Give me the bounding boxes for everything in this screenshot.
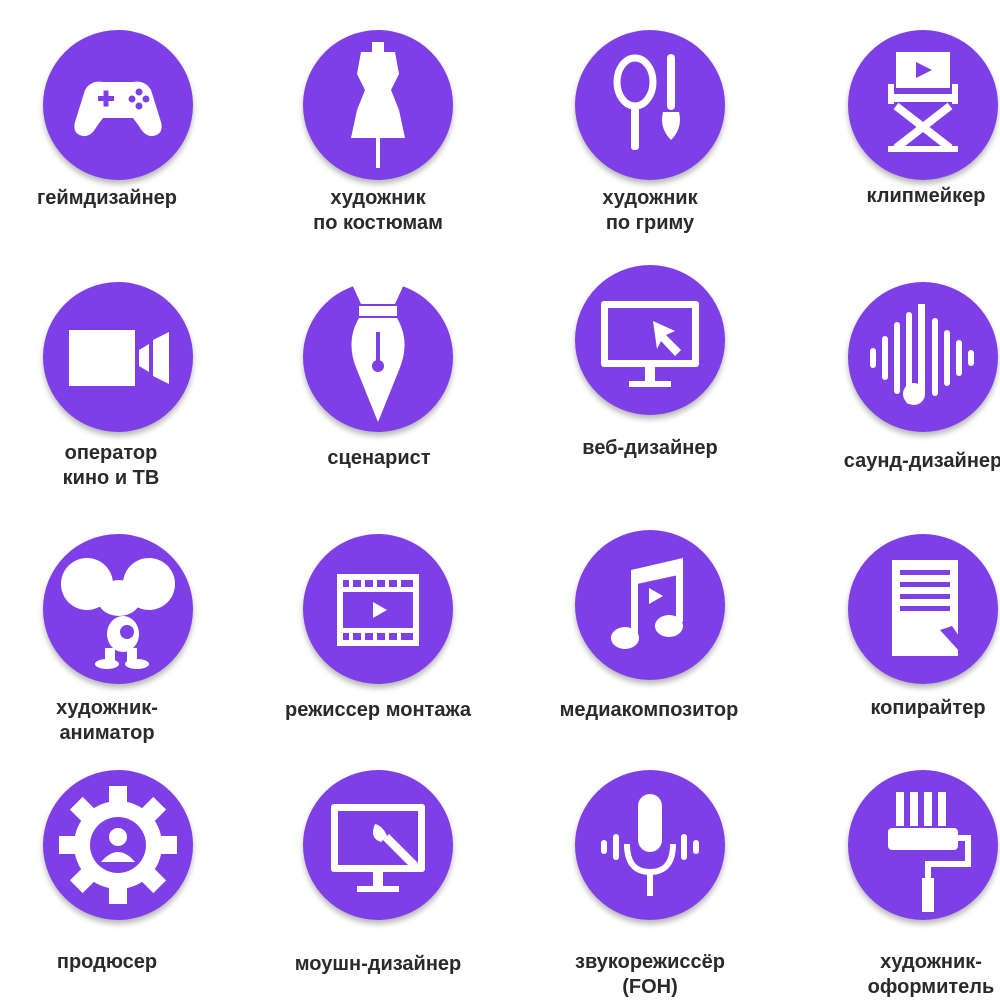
profession-label: клипмейкер <box>806 184 1000 209</box>
profession-circle <box>575 265 725 415</box>
film-strip-icon <box>337 574 419 646</box>
monitor-brush-icon <box>331 804 425 892</box>
profession-label: художник- аниматор <box>0 696 227 746</box>
label-line: звукорежиссёр <box>575 951 725 973</box>
label-line: продюсер <box>56 951 158 973</box>
label-line: художник- <box>56 697 158 719</box>
label-line: художник <box>602 187 698 209</box>
label-line: по костюмам <box>313 212 443 234</box>
profession-circle <box>43 30 193 180</box>
profession-circle <box>303 30 453 180</box>
profession-label: веб-дизайнер <box>530 436 770 461</box>
monitor-cursor-icon <box>601 301 699 387</box>
label-line: веб-дизайнер <box>582 437 718 459</box>
profession-label: звукорежиссёр (FOH) <box>530 950 770 1000</box>
profession-circle <box>303 534 453 684</box>
profession-circle <box>575 770 725 920</box>
music-note-icon <box>611 558 683 649</box>
profession-circle <box>43 534 193 684</box>
mirror-brush-icon <box>613 54 680 150</box>
profession-circle <box>575 530 725 680</box>
profession-circle <box>848 282 998 432</box>
label-line: кино и ТВ <box>62 467 160 489</box>
profession-label: художник- оформитель <box>811 950 1000 1000</box>
label-line: клипмейкер <box>866 185 986 207</box>
label-line: геймдизайнер <box>36 187 178 209</box>
sound-wave-note-icon <box>870 304 974 405</box>
profession-circle <box>303 282 453 432</box>
profession-label: саунд-дизайнер <box>803 449 1000 474</box>
label-line: саунд-дизайнер <box>843 450 1000 472</box>
label-line: оператор <box>64 442 158 464</box>
label-line: медиакомпозитор <box>559 699 739 721</box>
video-camera-icon <box>69 330 169 386</box>
mannequin-icon <box>351 42 405 168</box>
paint-roller-icon <box>888 792 971 912</box>
label-line: художник- <box>880 951 982 973</box>
profession-circle <box>848 30 998 180</box>
profession-label: копирайтер <box>808 696 1000 721</box>
profession-label: оператор кино и ТВ <box>0 441 231 491</box>
gamepad-icon <box>74 81 162 137</box>
cartoon-mouse-icon <box>61 558 175 669</box>
microphone-wave-icon <box>601 794 699 896</box>
profession-label: геймдизайнер <box>0 186 227 211</box>
label-line: моушн-дизайнер <box>294 953 462 975</box>
profession-label: художник по гриму <box>530 186 770 236</box>
profession-circle <box>43 770 193 920</box>
label-line: художник <box>330 187 426 209</box>
profession-circle <box>575 30 725 180</box>
profession-label: сценарист <box>259 446 499 471</box>
profession-label: режиссер монтажа <box>258 698 498 723</box>
label-line: сценарист <box>327 447 431 469</box>
document-pen-icon <box>892 560 966 656</box>
profession-circle <box>43 282 193 432</box>
label-line: (FOH) <box>622 976 678 998</box>
profession-label: медиакомпозитор <box>529 698 769 723</box>
label-line: по гриму <box>605 212 695 234</box>
profession-label: моушн-дизайнер <box>258 952 498 977</box>
profession-label: продюсер <box>0 950 227 975</box>
label-line: аниматор <box>59 722 155 744</box>
label-line: режиссер монтажа <box>285 699 471 721</box>
label-line: копирайтер <box>870 697 986 719</box>
fountain-pen-icon <box>351 282 405 422</box>
profession-circle <box>303 770 453 920</box>
profession-circle <box>848 770 998 920</box>
director-chair-icon <box>888 52 958 152</box>
profession-label: художник по костюмам <box>258 186 498 236</box>
profession-circle <box>848 534 998 684</box>
gear-person-icon <box>59 786 177 904</box>
label-line: оформитель <box>867 976 995 998</box>
